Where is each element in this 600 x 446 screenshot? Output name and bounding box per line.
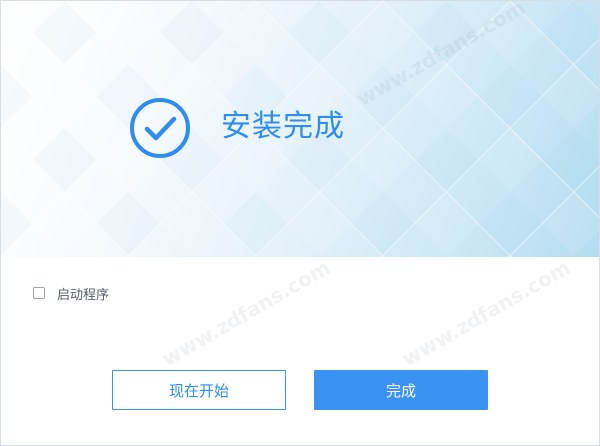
launch-program-checkbox[interactable]	[33, 287, 45, 299]
installer-window: 安装完成 www.zdfans.com www.zdfans.com www.z…	[0, 0, 600, 446]
watermark-text: www.zdfans.com	[397, 255, 575, 371]
launch-program-label: 启动程序	[57, 287, 110, 303]
start-now-button[interactable]: 现在开始	[112, 370, 286, 410]
launch-program-option[interactable]: 启动程序	[33, 284, 110, 303]
banner: 安装完成	[1, 1, 599, 257]
watermark-text: www.zdfans.com	[157, 255, 335, 371]
install-complete-title: 安装完成	[221, 109, 345, 144]
check-circle-icon	[130, 98, 190, 158]
finish-button[interactable]: 完成	[314, 370, 488, 410]
